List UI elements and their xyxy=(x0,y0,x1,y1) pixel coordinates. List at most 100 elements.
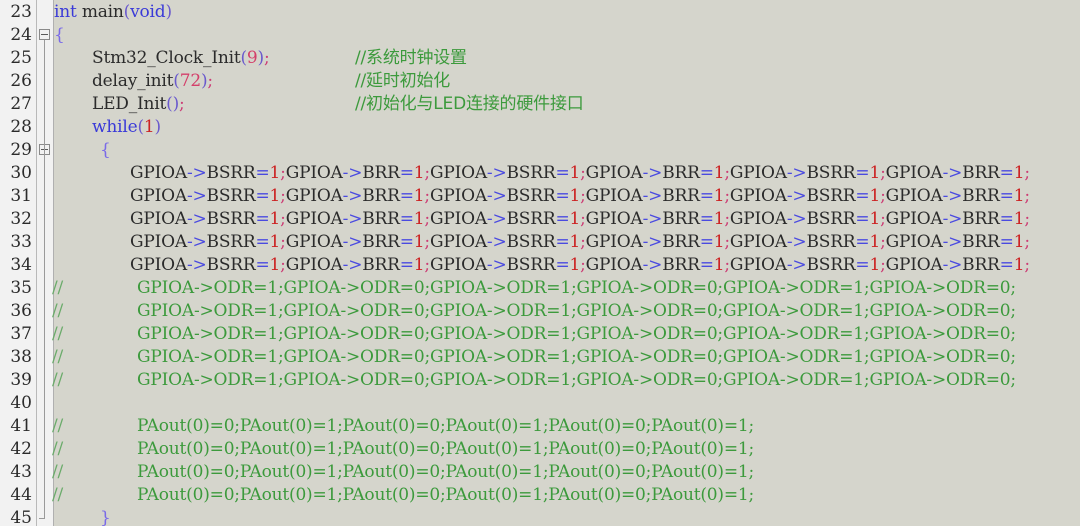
register-field: BRR xyxy=(362,163,400,183)
code-line[interactable]: GPIOA->ODR=1;GPIOA->ODR=0;GPIOA->ODR=1;G… xyxy=(137,369,1016,392)
register-field: BRR xyxy=(662,163,700,183)
arrow-operator: -> xyxy=(186,186,207,206)
fold-collapse-icon[interactable] xyxy=(39,29,50,40)
code-line[interactable]: GPIOA->ODR=1;GPIOA->ODR=0;GPIOA->ODR=1;G… xyxy=(137,323,1016,346)
register-field: BSRR xyxy=(506,163,556,183)
code-token: 9 xyxy=(246,48,258,68)
code-line[interactable]: { xyxy=(54,24,65,47)
register-object: GPIOA xyxy=(130,255,187,275)
assign-operator: = xyxy=(555,209,570,229)
assign-operator: = xyxy=(855,163,870,183)
register-value: 1 xyxy=(869,232,881,252)
register-object: GPIOA xyxy=(285,232,343,252)
register-field: BSRR xyxy=(506,232,556,252)
assign-operator: = xyxy=(399,209,414,229)
register-field: BSRR xyxy=(806,186,856,206)
arrow-operator: -> xyxy=(786,163,807,183)
register-value: 1 xyxy=(869,209,881,229)
register-object: GPIOA xyxy=(885,186,943,206)
statement-terminator: ; xyxy=(1024,232,1030,252)
arrow-operator: -> xyxy=(486,163,507,183)
code-line[interactable]: LED_Init(); xyxy=(92,93,185,116)
code-line[interactable]: PAout(0)=0;PAout(0)=1;PAout(0)=0;PAout(0… xyxy=(137,415,754,438)
code-line[interactable]: GPIOA->ODR=1;GPIOA->ODR=0;GPIOA->ODR=1;G… xyxy=(137,300,1016,323)
register-object: GPIOA xyxy=(130,186,187,206)
register-object: GPIOA xyxy=(585,255,643,275)
code-line[interactable]: GPIOA->BSRR=1;GPIOA->BRR=1;GPIOA->BSRR=1… xyxy=(130,208,1030,231)
line-number: 28 xyxy=(10,117,32,137)
line-number: 27 xyxy=(10,94,32,114)
register-object: GPIOA xyxy=(729,232,787,252)
register-value: 1 xyxy=(1013,255,1025,275)
assign-operator: = xyxy=(555,255,570,275)
line-number: 37 xyxy=(10,324,32,344)
code-editor[interactable]: 23 24 25 26 27 28 29 30 31 32 33 34 35 36 37 38 39 40 41 42… xyxy=(0,0,1080,526)
arrow-operator: -> xyxy=(342,186,363,206)
arrow-operator: -> xyxy=(186,232,207,252)
code-line[interactable]: PAout(0)=0;PAout(0)=1;PAout(0)=0;PAout(0… xyxy=(137,438,754,461)
code-token: ; xyxy=(207,71,213,91)
register-field: BRR xyxy=(362,209,400,229)
code-line[interactable]: GPIOA->BSRR=1;GPIOA->BRR=1;GPIOA->BSRR=1… xyxy=(130,185,1030,208)
register-value: 1 xyxy=(1013,209,1025,229)
code-line[interactable]: while(1) xyxy=(92,116,161,139)
register-object: GPIOA xyxy=(285,209,343,229)
register-field: BSRR xyxy=(806,255,856,275)
commented-code-text: PAout(0)=0;PAout(0)=1;PAout(0)=0;PAout(0… xyxy=(137,485,755,505)
register-value: 1 xyxy=(413,255,425,275)
assign-operator: = xyxy=(855,209,870,229)
register-field: BRR xyxy=(962,255,1000,275)
arrow-operator: -> xyxy=(942,163,963,183)
register-field: BRR xyxy=(662,209,700,229)
fold-guide-inner xyxy=(44,155,45,518)
code-line[interactable]: GPIOA->ODR=1;GPIOA->ODR=0;GPIOA->ODR=1;G… xyxy=(137,277,1016,300)
register-value: 1 xyxy=(569,186,581,206)
line-number: 35 xyxy=(10,278,32,298)
code-line[interactable]: Stm32_Clock_Init(9); xyxy=(92,47,270,70)
arrow-operator: -> xyxy=(786,232,807,252)
code-token: ; xyxy=(263,48,270,68)
line-number: 36 xyxy=(10,301,32,321)
fold-end-icon[interactable] xyxy=(39,518,45,519)
code-line[interactable]: int main(void) xyxy=(54,1,172,24)
code-line[interactable]: PAout(0)=0;PAout(0)=1;PAout(0)=0;PAout(0… xyxy=(137,461,754,484)
assign-operator: = xyxy=(555,163,570,183)
code-token: { xyxy=(100,140,111,160)
code-text-area[interactable]: int main(void){//系统时钟设置 Stm32_Clock_Init(… xyxy=(52,0,1080,526)
register-object: GPIOA xyxy=(285,186,343,206)
comment-slashes: // xyxy=(52,370,64,390)
register-value: 1 xyxy=(869,163,881,183)
register-object: GPIOA xyxy=(729,255,787,275)
register-field: BSRR xyxy=(206,163,256,183)
register-object: GPIOA xyxy=(729,186,787,206)
register-value: 1 xyxy=(413,163,425,183)
code-line[interactable]: GPIOA->ODR=1;GPIOA->ODR=0;GPIOA->ODR=1;G… xyxy=(137,346,1016,369)
register-object: GPIOA xyxy=(885,232,943,252)
code-line[interactable]: GPIOA->BSRR=1;GPIOA->BRR=1;GPIOA->BSRR=1… xyxy=(130,231,1030,254)
code-token: ) xyxy=(165,2,172,22)
assign-operator: = xyxy=(855,186,870,206)
assign-operator: = xyxy=(999,232,1014,252)
inline-comment: //延时初始化 xyxy=(355,70,450,93)
code-line[interactable]: { xyxy=(100,139,111,162)
comment-slashes: // xyxy=(52,278,64,298)
assign-operator: = xyxy=(999,255,1014,275)
register-field: BSRR xyxy=(806,232,856,252)
code-line[interactable]: GPIOA->BSRR=1;GPIOA->BRR=1;GPIOA->BSRR=1… xyxy=(130,254,1030,277)
register-value: 1 xyxy=(569,255,581,275)
comment-marker: // xyxy=(52,300,63,323)
register-object: GPIOA xyxy=(729,163,787,183)
register-object: GPIOA xyxy=(885,163,943,183)
code-line[interactable]: GPIOA->BSRR=1;GPIOA->BRR=1;GPIOA->BSRR=1… xyxy=(130,162,1030,185)
code-line[interactable]: PAout(0)=0;PAout(0)=1;PAout(0)=0;PAout(0… xyxy=(137,484,754,507)
assign-operator: = xyxy=(399,186,414,206)
line-number: 45 xyxy=(10,508,32,526)
register-field: BSRR xyxy=(806,163,856,183)
arrow-operator: -> xyxy=(786,209,807,229)
comment-marker: // xyxy=(52,438,63,461)
inline-comment-text: //延时初始化 xyxy=(355,71,451,91)
code-line[interactable] xyxy=(54,392,59,415)
statement-terminator: ; xyxy=(1024,255,1030,275)
code-line[interactable]: } xyxy=(100,507,111,526)
code-line[interactable]: delay_init(72); xyxy=(92,70,213,93)
